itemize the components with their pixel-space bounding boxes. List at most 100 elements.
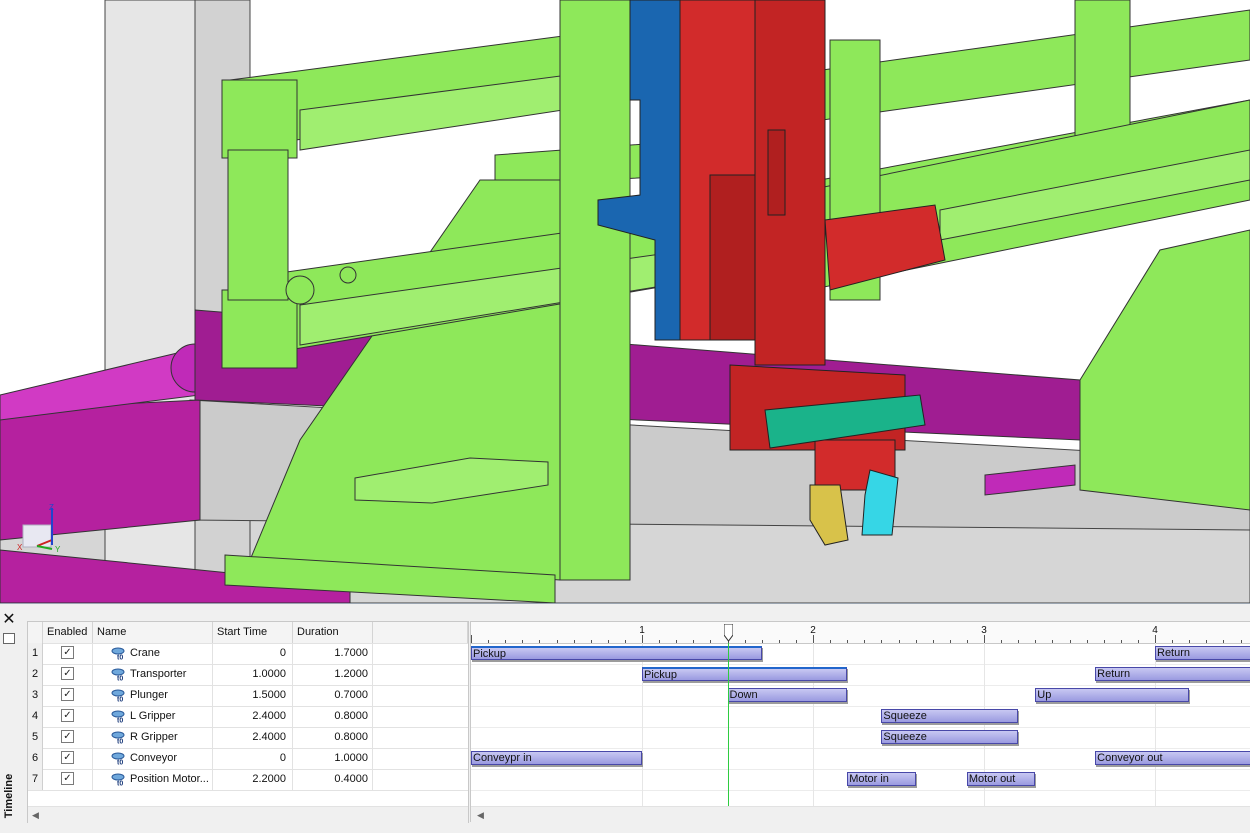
name-cell[interactable]: t0 Transporter — [93, 664, 213, 685]
timeline-bar[interactable]: Conveyor out — [1095, 751, 1250, 765]
table-row[interactable]: 7 ✓ t0 Position Motor... 2.2000 0.4000 — [28, 769, 468, 791]
svg-text:t0: t0 — [117, 718, 123, 724]
name-cell[interactable]: t0 Crane — [93, 643, 213, 664]
table-row[interactable]: 1 ✓ t0 Crane 0 1.7000 — [28, 643, 468, 665]
name-cell[interactable]: t0 Plunger — [93, 685, 213, 706]
timeline-bar[interactable]: Conveypr in — [471, 751, 642, 765]
gantt-scroll-left-icon[interactable]: ◀ — [477, 807, 484, 822]
gantt-chart[interactable]: 1 2 3 4 Pickup Return Pickup Return Down Up Squee… — [470, 621, 1250, 822]
start-time-cell[interactable]: 1.0000 — [213, 664, 293, 685]
enabled-checkbox[interactable]: ✓ — [61, 708, 74, 722]
svg-text:t0: t0 — [117, 760, 123, 766]
start-time-cell[interactable]: 0 — [213, 748, 293, 769]
svg-text:t0: t0 — [117, 781, 123, 787]
motion-clock-icon: t0 — [111, 752, 125, 766]
crane-slot-detail — [767, 129, 786, 216]
duration-cell[interactable]: 1.2000 — [293, 664, 373, 685]
conveyor-bar-left — [0, 399, 201, 541]
assembly-render[interactable]: X Y Z — [0, 0, 1250, 603]
table-row[interactable]: 6 ✓ t0 Conveyor 0 1.0000 — [28, 748, 468, 770]
duration-cell[interactable]: 0.8000 — [293, 706, 373, 727]
start-time-cell[interactable]: 2.4000 — [213, 727, 293, 748]
duration-cell[interactable]: 1.7000 — [293, 643, 373, 664]
enabled-checkbox[interactable]: ✓ — [61, 666, 74, 680]
header-enabled[interactable]: Enabled — [43, 622, 93, 643]
row-number: 6 — [28, 748, 43, 769]
playhead-marker-icon[interactable] — [723, 624, 733, 642]
axis-x-label: X — [17, 543, 23, 552]
motion-name: Conveyor — [130, 752, 178, 764]
enabled-checkbox[interactable]: ✓ — [61, 729, 74, 743]
timeline-bar[interactable]: Down — [727, 688, 848, 702]
timeline-bar[interactable]: Squeeze — [881, 730, 1019, 744]
3d-viewport[interactable]: X Y Z — [0, 0, 1250, 604]
enabled-checkbox[interactable]: ✓ — [61, 645, 74, 659]
motion-clock-icon: t0 — [111, 668, 125, 682]
motion-name: Transporter — [130, 668, 187, 680]
timeline-bar[interactable]: Motor in — [847, 772, 916, 786]
close-icon[interactable]: ✕ — [2, 611, 16, 627]
svg-text:t0: t0 — [117, 676, 123, 682]
filler-cell — [373, 706, 468, 727]
enabled-checkbox[interactable]: ✓ — [61, 750, 74, 764]
timeline-bar[interactable]: Return — [1095, 667, 1250, 681]
enabled-cell: ✓ — [43, 769, 93, 790]
start-time-cell[interactable]: 2.2000 — [213, 769, 293, 790]
table-row[interactable]: 5 ✓ t0 R Gripper 2.4000 0.8000 — [28, 727, 468, 749]
table-row[interactable]: 4 ✓ t0 L Gripper 2.4000 0.8000 — [28, 706, 468, 728]
axis-y-label: Y — [55, 545, 61, 554]
cylinder-cap — [285, 275, 315, 305]
start-time-cell[interactable]: 0 — [213, 643, 293, 664]
grid-scrollbar[interactable]: ◀ — [28, 806, 468, 823]
table-row[interactable]: 3 ✓ t0 Plunger 1.5000 0.7000 — [28, 685, 468, 707]
start-time-cell[interactable]: 2.4000 — [213, 706, 293, 727]
timeline-bar[interactable]: Up — [1035, 688, 1190, 702]
enabled-checkbox[interactable]: ✓ — [61, 771, 74, 785]
row-number: 5 — [28, 727, 43, 748]
duration-cell[interactable]: 1.0000 — [293, 748, 373, 769]
time-ruler[interactable]: 1 2 3 4 — [471, 622, 1250, 644]
gantt-scrollbar[interactable]: ◀ — [471, 806, 1250, 822]
header-start-time[interactable]: Start Time — [213, 622, 293, 643]
enabled-cell: ✓ — [43, 727, 93, 748]
end-block-bottom — [221, 289, 298, 369]
enabled-cell: ✓ — [43, 643, 93, 664]
timeline-bar[interactable]: Motor out — [966, 772, 1036, 786]
timeline-bar[interactable]: Squeeze — [881, 709, 1019, 723]
playhead-line — [727, 643, 729, 806]
gantt-row — [471, 727, 1250, 749]
header-name[interactable]: Name — [93, 622, 213, 643]
panel-side-strip: ✕ Timeline — [0, 604, 18, 833]
duration-cell[interactable]: 0.8000 — [293, 727, 373, 748]
axis-z-label: Z — [49, 503, 54, 512]
duration-cell[interactable]: 0.4000 — [293, 769, 373, 790]
grid-header: Enabled Name Start Time Duration — [28, 622, 468, 644]
ruler-tick-label: 3 — [981, 625, 987, 636]
filler-cell — [373, 685, 468, 706]
timeline-panel: ✕ Timeline Enabled Name Start Time Durat… — [0, 604, 1250, 833]
ruler-major-tick — [642, 635, 643, 643]
row-number: 1 — [28, 643, 43, 664]
name-cell[interactable]: t0 L Gripper — [93, 706, 213, 727]
header-duration[interactable]: Duration — [293, 622, 373, 643]
scroll-left-icon[interactable]: ◀ — [32, 807, 39, 823]
table-row[interactable]: 2 ✓ t0 Transporter 1.0000 1.2000 — [28, 664, 468, 686]
duration-cell[interactable]: 0.7000 — [293, 685, 373, 706]
panel-title: Timeline — [3, 773, 15, 819]
start-time-cell[interactable]: 1.5000 — [213, 685, 293, 706]
vertical-strut — [227, 149, 289, 301]
motion-name: Crane — [130, 647, 160, 659]
side-plate-right — [1079, 229, 1250, 511]
header-num — [28, 622, 43, 643]
name-cell[interactable]: t0 Position Motor... — [93, 769, 213, 790]
timeline-bar[interactable]: Pickup — [642, 667, 848, 681]
timeline-bar[interactable]: Pickup — [471, 646, 762, 660]
pin-icon[interactable] — [3, 633, 15, 644]
svg-text:t0: t0 — [117, 655, 123, 661]
name-cell[interactable]: t0 R Gripper — [93, 727, 213, 748]
name-cell[interactable]: t0 Conveyor — [93, 748, 213, 769]
motion-name: Position Motor... — [130, 773, 209, 785]
timeline-bar[interactable]: Return — [1155, 646, 1250, 660]
row-number: 7 — [28, 769, 43, 790]
enabled-checkbox[interactable]: ✓ — [61, 687, 74, 701]
